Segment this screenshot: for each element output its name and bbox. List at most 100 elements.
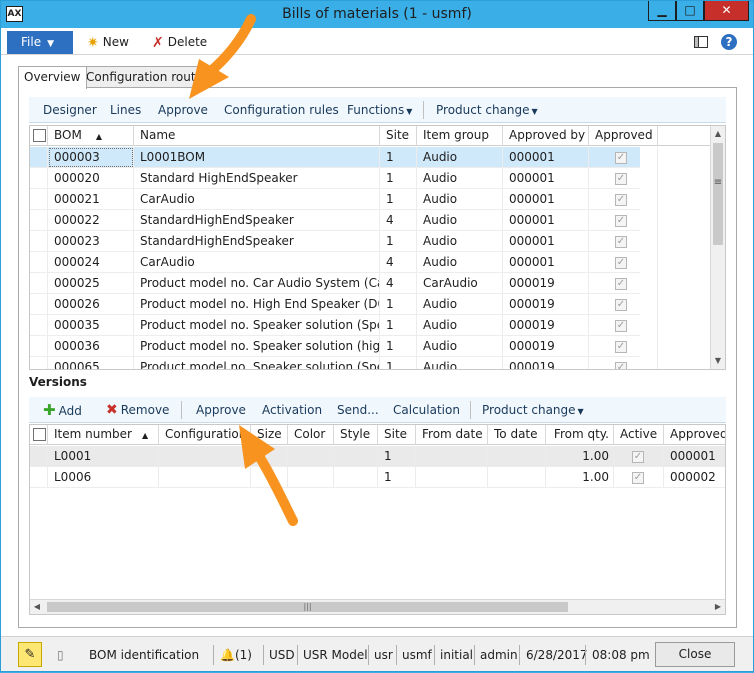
row-selector[interactable] [30, 357, 48, 369]
row-selector[interactable] [30, 315, 48, 336]
row-selector[interactable] [30, 467, 48, 488]
help-icon[interactable]: ? [721, 34, 737, 50]
approved-checkbox[interactable]: ✓ [589, 273, 658, 294]
table-row[interactable]: 000025 Product model no. Car Audio System… [30, 273, 658, 294]
plus-icon: ✚ [43, 401, 56, 419]
table-row[interactable]: 000021 CarAudio 1 Audio 000001 ✓ [30, 189, 658, 210]
column-header-from-date[interactable]: From date [416, 425, 488, 445]
table-row[interactable]: 000023 StandardHighEndSpeaker 1 Audio 000001… [30, 231, 658, 252]
remove-version-button[interactable]: ✖ Remove [106, 401, 169, 419]
approved-checkbox[interactable]: ✓ [589, 210, 658, 231]
approved-checkbox[interactable]: ✓ [589, 189, 658, 210]
caret-down-icon: ▼ [406, 107, 413, 116]
send-button[interactable]: Send... [337, 401, 379, 419]
approved-checkbox[interactable]: ✓ [589, 252, 658, 273]
column-header-active[interactable]: Active [614, 425, 664, 445]
table-row[interactable]: 000003 L0001BOM 1 Audio 000001 ✓ [30, 147, 658, 168]
approved-checkbox[interactable]: ✓ [589, 294, 658, 315]
row-selector[interactable] [30, 168, 48, 189]
scroll-left-icon[interactable]: ◀ [30, 599, 44, 614]
column-header-approved-by[interactable]: Approved by [503, 126, 589, 146]
column-header-to-date[interactable]: To date [488, 425, 546, 445]
row-selector[interactable] [30, 210, 48, 231]
row-selector[interactable] [30, 147, 48, 168]
column-header-item-group[interactable]: Item group [417, 126, 503, 146]
row-selector[interactable] [30, 294, 48, 315]
caret-down-icon: ▼ [531, 107, 538, 116]
approved-checkbox[interactable]: ✓ [589, 315, 658, 336]
cell-color [288, 446, 334, 467]
active-checkbox[interactable]: ✓ [614, 467, 664, 488]
edit-mode-button[interactable]: ✎ [18, 642, 42, 667]
functions-menu-button[interactable]: Functions ▼ [347, 101, 412, 119]
scrollbar-thumb[interactable] [713, 143, 723, 245]
cell-approved-by: 000001 [503, 189, 589, 210]
column-header-site[interactable]: Site [378, 425, 416, 445]
notifications-indicator[interactable]: 🔔(1) [220, 645, 252, 665]
table-row[interactable]: 000022 StandardHighEndSpeaker 4 Audio 000001… [30, 210, 658, 231]
bom-grid-vertical-scrollbar[interactable]: ▲ ≡ ▼ [710, 126, 725, 369]
table-row[interactable]: 000026 Product model no. High End Speaker… [30, 294, 658, 315]
table-row[interactable]: 000065 Product model no. Speaker solution… [30, 357, 658, 369]
table-row[interactable]: 000024 CarAudio 4 Audio 000001 ✓ [30, 252, 658, 273]
approved-checkbox[interactable]: ✓ [589, 336, 658, 357]
add-version-button[interactable]: ✚ Add [43, 401, 82, 419]
column-header-approved[interactable]: Approved [664, 425, 725, 445]
approve-version-button[interactable]: Approve [196, 401, 246, 419]
table-row[interactable]: 000035 Product model no. Speaker solution… [30, 315, 658, 336]
new-button[interactable]: ✷ New [87, 33, 129, 51]
calculation-button[interactable]: Calculation [393, 401, 460, 419]
approved-checkbox[interactable]: ✓ [589, 147, 658, 168]
tab-overview[interactable]: Overview [18, 66, 87, 89]
table-row[interactable]: 000036 Product model no. Speaker solution… [30, 336, 658, 357]
table-row[interactable]: L0001 1 1.00 ✓ 000001 [30, 446, 725, 467]
column-header-configuration[interactable]: Configuration [159, 425, 251, 445]
approved-checkbox[interactable]: ✓ [589, 357, 658, 369]
column-header-color[interactable]: Color [288, 425, 334, 445]
scroll-down-icon[interactable]: ▼ [711, 353, 725, 369]
lines-button[interactable]: Lines [110, 101, 141, 119]
select-all-checkbox[interactable] [30, 126, 48, 146]
close-button[interactable]: Close [655, 642, 735, 667]
approved-checkbox[interactable]: ✓ [589, 168, 658, 189]
tab-configuration-route[interactable]: Configuration route [80, 66, 209, 88]
column-header-bom[interactable]: BOM ▲ [48, 126, 134, 146]
table-row[interactable]: L0006 1 1.00 ✓ 000002 [30, 467, 725, 488]
column-header-from-qty[interactable]: From qty. [546, 425, 614, 445]
product-change-label: Product change [436, 103, 530, 117]
product-change-menu-button[interactable]: Product change ▼ [436, 101, 538, 119]
versions-horizontal-scrollbar[interactable]: ◀ ||| ▶ [30, 599, 725, 614]
row-selector[interactable] [30, 336, 48, 357]
column-header-approved[interactable]: Approved [589, 126, 658, 146]
versions-select-all-checkbox[interactable] [30, 425, 48, 445]
row-selector[interactable] [30, 231, 48, 252]
table-row[interactable]: 000020 Standard HighEndSpeaker 1 Audio 00000… [30, 168, 658, 189]
scroll-up-icon[interactable]: ▲ [711, 126, 725, 142]
document-handling-icon[interactable]: ▯ [57, 645, 64, 665]
activation-button[interactable]: Activation [262, 401, 322, 419]
column-header-item-number[interactable]: Item number ▲ [48, 425, 159, 445]
scroll-right-icon[interactable]: ▶ [711, 599, 725, 614]
versions-product-change-menu-button[interactable]: Product change ▼ [482, 401, 584, 419]
close-window-button[interactable]: ✕ [704, 1, 749, 21]
maximize-button[interactable]: □ [676, 1, 704, 21]
configuration-rules-button[interactable]: Configuration rules [224, 101, 339, 119]
active-checkbox[interactable]: ✓ [614, 446, 664, 467]
column-header-size[interactable]: Size [251, 425, 288, 445]
cell-item-number: L0006 [48, 467, 159, 488]
row-selector[interactable] [30, 446, 48, 467]
approve-bom-button[interactable]: Approve [158, 101, 208, 119]
delete-button[interactable]: ✗ Delete [152, 33, 207, 51]
minimize-button[interactable]: ▁ [648, 1, 676, 21]
layout-icon[interactable] [693, 34, 709, 50]
column-header-name[interactable]: Name [134, 126, 380, 146]
file-menu-button[interactable]: File ▼ [7, 31, 73, 54]
designer-button[interactable]: Designer [43, 101, 97, 119]
row-selector[interactable] [30, 252, 48, 273]
scrollbar-thumb[interactable]: ||| [47, 602, 568, 612]
column-header-style[interactable]: Style [334, 425, 378, 445]
column-header-site[interactable]: Site [380, 126, 417, 146]
row-selector[interactable] [30, 273, 48, 294]
row-selector[interactable] [30, 189, 48, 210]
approved-checkbox[interactable]: ✓ [589, 231, 658, 252]
